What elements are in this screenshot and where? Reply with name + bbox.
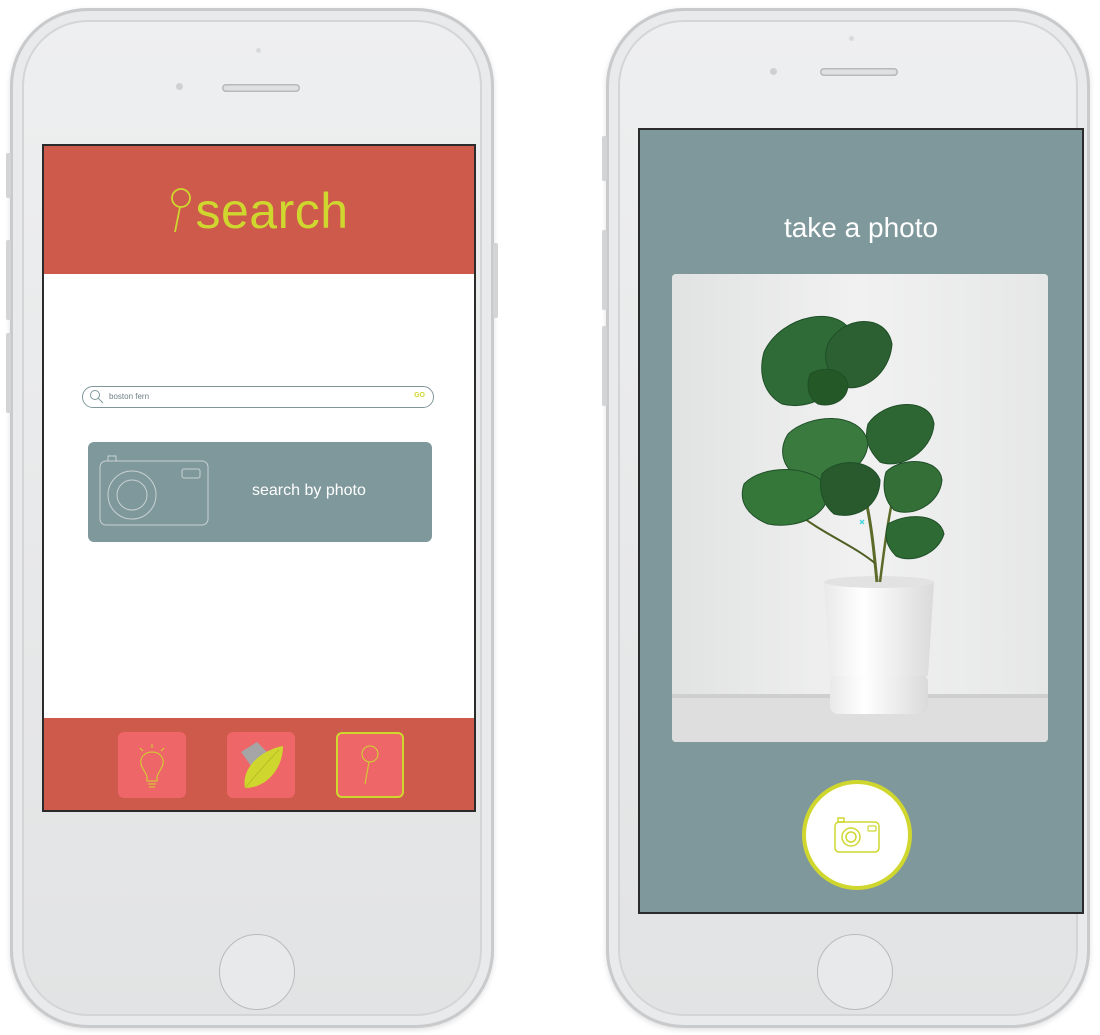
search-input[interactable] [109,389,399,404]
camera-screen: take a photo [638,128,1084,914]
volume-up-button [602,230,607,310]
camera-icon [99,455,209,526]
mute-switch [602,136,607,181]
proximity-sensor [256,48,261,53]
volume-down-button [6,333,11,413]
phone-frame-right: take a photo [602,8,1090,1028]
page-title: take a photo [783,212,939,243]
camera-icon [834,817,880,853]
photo-preview [672,274,1048,742]
proximity-sensor [849,36,854,41]
page-title: search [44,182,474,240]
phone-frame-left: search GO search by photo [6,8,498,1028]
tab-ideas[interactable] [118,732,186,798]
search-screen: search GO search by photo [42,144,476,812]
tab-search[interactable] [336,732,404,798]
page-title-text: search [195,183,349,239]
mute-switch [6,153,11,198]
tab-plants[interactable] [227,732,295,798]
volume-up-button [6,240,11,320]
home-button[interactable] [817,934,893,1010]
shutter-button[interactable] [802,780,912,890]
front-camera [770,68,777,75]
go-button[interactable]: GO [414,392,425,399]
power-button [493,243,498,318]
map-pin-icon [361,745,379,785]
front-camera [176,83,183,90]
home-button[interactable] [219,934,295,1010]
volume-down-button [602,326,607,406]
earpiece-speaker [222,84,300,92]
search-bar[interactable]: GO [82,386,434,408]
bottom-tab-bar [44,718,474,810]
leaf-icon [241,742,283,789]
map-pin-icon [171,188,192,233]
search-by-photo-label: search by photo [252,482,366,499]
plant-photo [672,274,1048,742]
search-header: search [44,146,474,274]
search-icon [90,390,104,404]
lightbulb-icon [139,744,165,788]
earpiece-speaker [820,68,898,76]
search-by-photo-button[interactable]: search by photo [88,442,432,542]
